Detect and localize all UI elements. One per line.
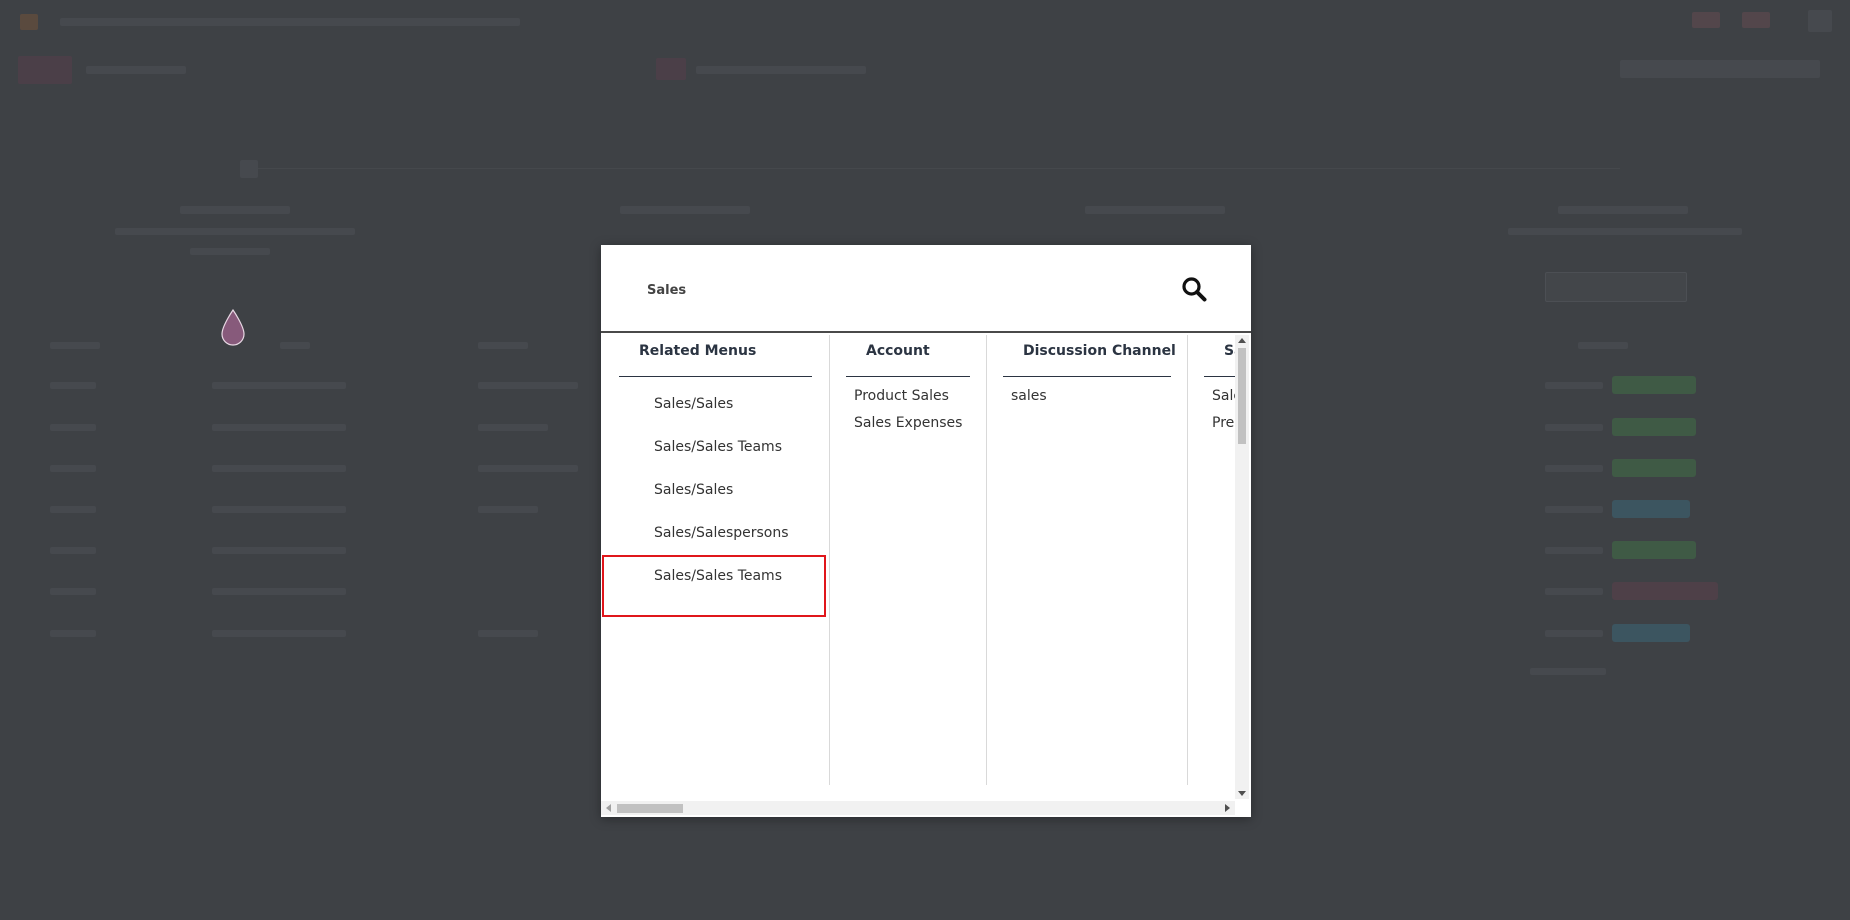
horizontal-scroll-thumb[interactable] [617, 804, 683, 813]
bg-navbar-avatar [1808, 10, 1832, 32]
bg-badge-3 [1612, 459, 1696, 477]
bg-step-4-desc [1508, 228, 1742, 235]
bg-step-1-desc-2 [190, 248, 270, 255]
bg-timeline [240, 168, 1620, 169]
column-title: Account [866, 343, 930, 359]
menu-item[interactable]: Sales/Salespersons [654, 525, 789, 541]
bg-table-header-4 [1578, 342, 1628, 349]
column-title-rule [846, 376, 970, 377]
bg-step-2-text [620, 206, 750, 214]
vertical-scrollbar[interactable] [1235, 335, 1249, 799]
bg-row-6 [50, 588, 96, 595]
bg-row-5-b [212, 547, 346, 554]
bg-row-7-b [212, 630, 346, 637]
bg-table-header-3 [478, 342, 528, 349]
column-title-rule [619, 376, 812, 377]
bg-navbar-menu [60, 18, 520, 26]
bg-navbar-flag-2 [1742, 12, 1770, 28]
bg-row-5 [50, 547, 96, 554]
column-sales-partial: Sa Sale Pre [1187, 335, 1235, 785]
sales-item[interactable]: Pre [1212, 415, 1234, 431]
bg-step-1 [240, 160, 258, 178]
horizontal-scrollbar[interactable] [601, 801, 1235, 815]
bg-step-4-button [1545, 272, 1687, 302]
column-title-rule [1003, 376, 1171, 377]
bg-row-4-b [212, 506, 346, 513]
menu-item-selected[interactable]: Sales/Sales Teams [654, 568, 782, 584]
bg-badge-1 [1612, 376, 1696, 394]
account-item[interactable]: Sales Expenses [854, 415, 962, 431]
bg-step-1-text [180, 206, 290, 214]
scroll-left-icon[interactable] [606, 804, 611, 812]
bg-row-3-c [478, 465, 578, 472]
bg-badge-5 [1612, 541, 1696, 559]
search-bar [601, 245, 1251, 333]
bg-badge-2 [1612, 418, 1696, 436]
bg-row-2-b [212, 424, 346, 431]
search-icon[interactable] [1181, 276, 1207, 302]
column-title: Discussion Channel [1023, 343, 1176, 359]
bg-view-switchers [1620, 60, 1820, 78]
menu-item[interactable]: Sales/Sales [654, 482, 733, 498]
bg-step-1-desc [115, 228, 355, 235]
bg-amount-2 [1545, 424, 1603, 431]
column-discussion-channel: Discussion Channel sales [986, 335, 1187, 785]
bg-navbar-logo [20, 14, 38, 30]
bg-amount-5 [1545, 547, 1603, 554]
bg-breadcrumb [86, 66, 186, 74]
bg-badge-6 [1612, 582, 1718, 600]
menu-item[interactable]: Sales/Sales Teams [654, 439, 782, 455]
search-input[interactable] [645, 275, 1169, 305]
sales-item[interactable]: Sale [1212, 388, 1235, 404]
column-related-menus: Related Menus Sales/Sales Sales/Sales Te… [601, 335, 829, 785]
search-results: Related Menus Sales/Sales Sales/Sales Te… [601, 335, 1235, 799]
bg-navbar-flag [1692, 12, 1720, 28]
bg-row-7-c [478, 630, 538, 637]
bg-amount-1 [1545, 382, 1603, 389]
bg-step-4-text [1558, 206, 1688, 214]
bg-amount-6 [1545, 588, 1603, 595]
bg-step-3-text [1085, 206, 1225, 214]
scroll-up-icon[interactable] [1238, 338, 1246, 343]
drop-icon [221, 308, 245, 346]
vertical-scroll-thumb[interactable] [1238, 348, 1246, 444]
bg-row-2-c [478, 424, 548, 431]
menu-item[interactable]: Sales/Sales [654, 396, 733, 412]
bg-row-7 [50, 630, 96, 637]
column-title: Related Menus [639, 343, 757, 359]
bg-badge-4 [1612, 500, 1690, 518]
scroll-right-icon[interactable] [1225, 804, 1230, 812]
bg-table-header [50, 342, 100, 349]
bg-row-3 [50, 465, 96, 472]
column-title-rule [1204, 376, 1235, 377]
bg-row-4-c [478, 506, 538, 513]
bg-row-1-b [212, 382, 346, 389]
bg-row-4 [50, 506, 96, 513]
bg-amount-4 [1545, 506, 1603, 513]
account-item[interactable]: Product Sales [854, 388, 949, 404]
bg-table-header-2 [280, 342, 310, 349]
bg-row-1-c [478, 382, 578, 389]
bg-amount-3 [1545, 465, 1603, 472]
bg-new-button [18, 56, 72, 84]
bg-total [1530, 668, 1606, 675]
bg-search-field [696, 66, 866, 74]
bg-search-chip [656, 58, 686, 80]
column-account: Account Product Sales Sales Expenses [829, 335, 986, 785]
bg-amount-7 [1545, 630, 1603, 637]
scroll-down-icon[interactable] [1238, 791, 1246, 796]
bg-row-1 [50, 382, 96, 389]
bg-row-3-b [212, 465, 346, 472]
column-title: Sa [1224, 343, 1235, 359]
bg-row-2 [50, 424, 96, 431]
search-dialog: Related Menus Sales/Sales Sales/Sales Te… [601, 245, 1251, 817]
channel-item[interactable]: sales [1011, 388, 1047, 404]
bg-row-6-b [212, 588, 346, 595]
bg-badge-7 [1612, 624, 1690, 642]
